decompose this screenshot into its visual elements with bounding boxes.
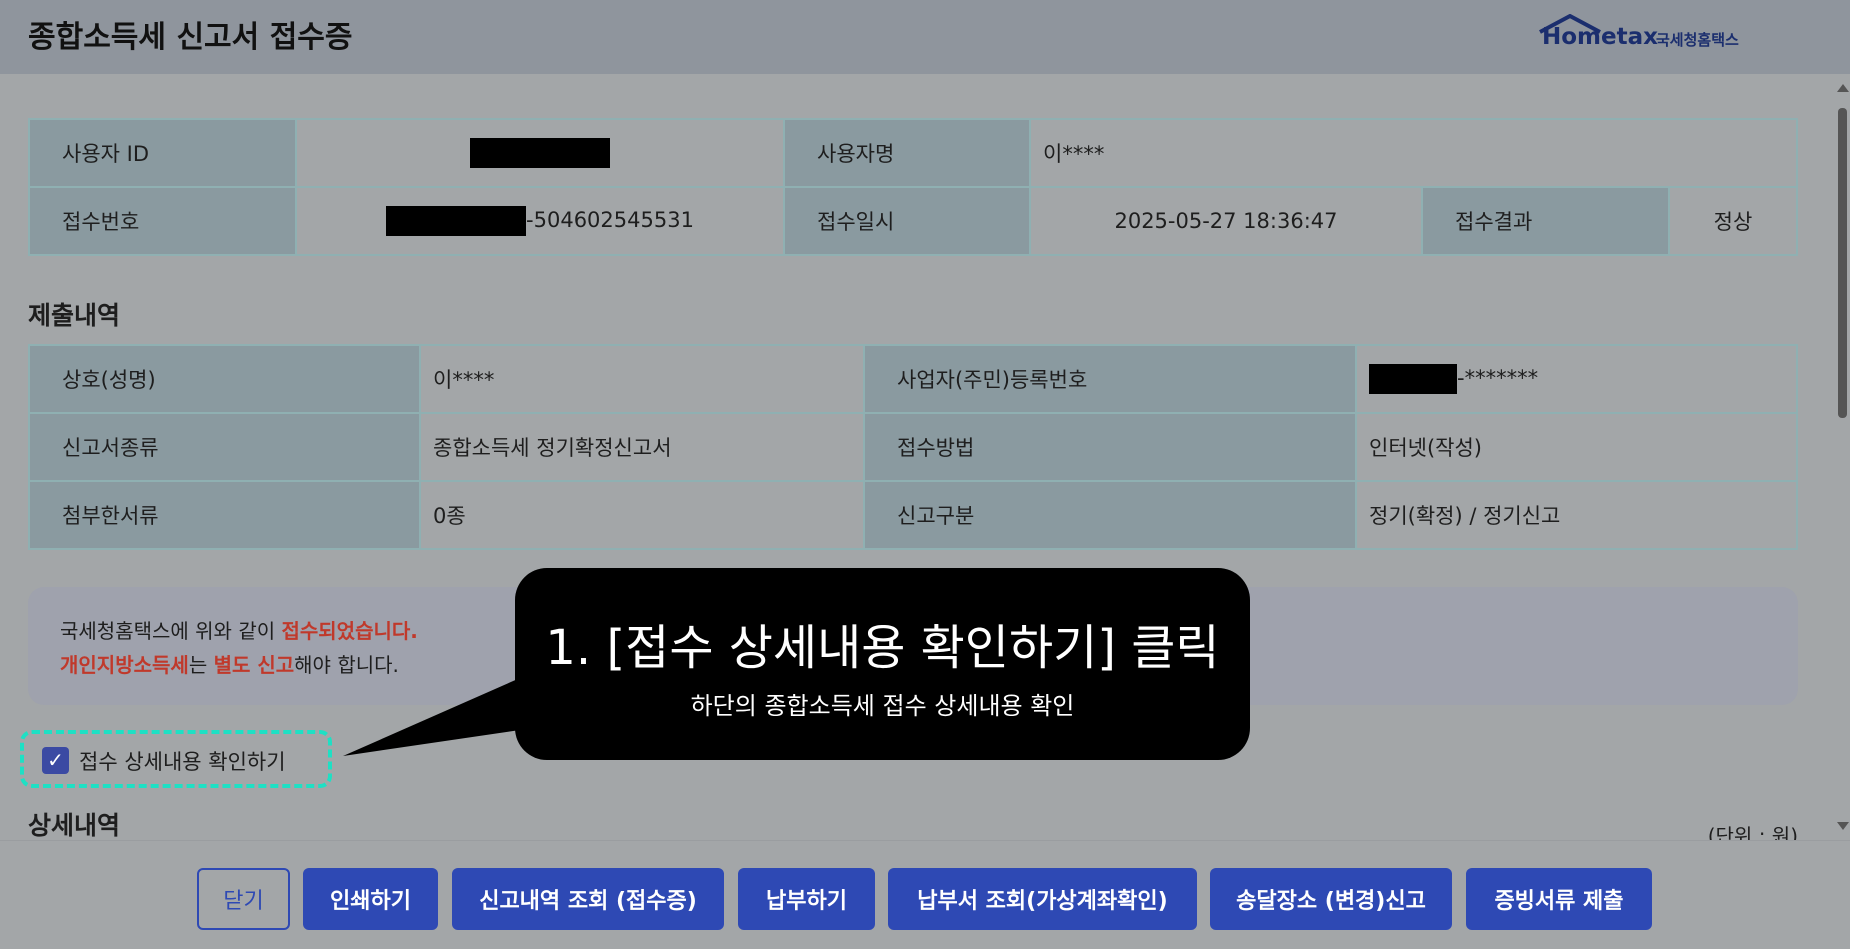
logo-subtext: 국세청홈택스 bbox=[1656, 31, 1739, 49]
method-value: 인터넷(작성) bbox=[1355, 412, 1798, 482]
detail-checkbox[interactable]: ✓ bbox=[42, 747, 69, 774]
print-button[interactable]: 인쇄하기 bbox=[303, 868, 438, 930]
hometax-logo: Hometax 국세청홈택스 bbox=[1536, 14, 1756, 58]
redacted-block bbox=[386, 206, 527, 236]
vertical-scrollbar[interactable] bbox=[1835, 74, 1850, 840]
receipt-no-suffix: -504602545531 bbox=[526, 208, 694, 232]
regno-value: -******* bbox=[1355, 344, 1798, 414]
pay-button[interactable]: 납부하기 bbox=[738, 868, 875, 930]
notice-line-1: 국세청홈택스에 위와 같이 접수되었습니다. bbox=[60, 619, 418, 643]
regno-label: 사업자(주민)등록번호 bbox=[863, 344, 1357, 414]
table-row: 사용자 ID 사용자명 이**** bbox=[28, 118, 1798, 188]
category-label: 신고구분 bbox=[863, 480, 1357, 550]
redacted-block bbox=[1369, 364, 1457, 394]
redacted-block bbox=[470, 138, 610, 168]
tutorial-callout: 1. [접수 상세내용 확인하기] 클릭 하단의 종합소득세 접수 상세내용 확… bbox=[515, 568, 1250, 760]
logo-text: Hometax bbox=[1542, 24, 1658, 50]
callout-subtitle: 하단의 종합소득세 접수 상세내용 확인 bbox=[690, 692, 1075, 720]
page-header: 종합소득세 신고서 접수증 Hometax 국세청홈택스 bbox=[0, 0, 1850, 74]
user-name-value: 이**** bbox=[1029, 118, 1798, 188]
user-name-label: 사용자명 bbox=[783, 118, 1031, 188]
receipt-time-value: 2025-05-27 18:36:47 bbox=[1029, 186, 1423, 256]
submit-docs-button[interactable]: 증빙서류 제출 bbox=[1466, 868, 1652, 930]
scroll-down-arrow-icon[interactable] bbox=[1837, 822, 1849, 830]
table-row: 신고서종류 종합소득세 정기확정신고서 접수방법 인터넷(작성) bbox=[28, 412, 1798, 482]
method-label: 접수방법 bbox=[863, 412, 1357, 482]
detail-checkbox-label[interactable]: 접수 상세내용 확인하기 bbox=[79, 746, 286, 776]
history-button[interactable]: 신고내역 조회 (접수증) bbox=[452, 868, 724, 930]
address-change-button[interactable]: 송달장소 (변경)신고 bbox=[1210, 868, 1452, 930]
table-row: 첨부한서류 0종 신고구분 정기(확정) / 정기신고 bbox=[28, 480, 1798, 550]
regno-suffix: -******* bbox=[1457, 366, 1539, 390]
page-title: 종합소득세 신고서 접수증 bbox=[28, 20, 353, 55]
submission-section-title: 제출내역 bbox=[28, 301, 121, 330]
table-row: 상호(성명) 이**** 사업자(주민)등록번호 -******* bbox=[28, 344, 1798, 414]
user-id-value bbox=[295, 118, 785, 188]
company-label: 상호(성명) bbox=[28, 344, 421, 414]
form-type-label: 신고서종류 bbox=[28, 412, 421, 482]
category-value: 정기(확정) / 정기신고 bbox=[1355, 480, 1798, 550]
notice-line-2: 개인지방소득세는 별도 신고해야 합니다. bbox=[60, 653, 399, 677]
receipt-result-label: 접수결과 bbox=[1421, 186, 1670, 256]
form-type-value: 종합소득세 정기확정신고서 bbox=[419, 412, 865, 482]
scroll-up-arrow-icon[interactable] bbox=[1837, 84, 1849, 92]
detail-section-title: 상세내역 bbox=[28, 811, 121, 840]
footer-toolbar: 닫기 인쇄하기 신고내역 조회 (접수증) 납부하기 납부서 조회(가상계좌확인… bbox=[0, 840, 1850, 949]
user-id-label: 사용자 ID bbox=[28, 118, 297, 188]
receipt-no-value: -504602545531 bbox=[295, 186, 785, 256]
receipt-no-label: 접수번호 bbox=[28, 186, 297, 256]
receipt-result-value: 정상 bbox=[1668, 186, 1798, 256]
callout-title: 1. [접수 상세내용 확인하기] 클릭 bbox=[545, 620, 1220, 676]
unit-label: (단위 : 원) bbox=[1707, 824, 1798, 840]
close-button[interactable]: 닫기 bbox=[197, 868, 290, 930]
detail-checkbox-highlight: ✓ 접수 상세내용 확인하기 bbox=[20, 730, 332, 788]
scroll-thumb[interactable] bbox=[1838, 108, 1847, 418]
table-row: 접수번호 -504602545531 접수일시 2025-05-27 18:36… bbox=[28, 186, 1798, 256]
attach-label: 첨부한서류 bbox=[28, 480, 421, 550]
receipt-info-table: 사용자 ID 사용자명 이**** 접수번호 -504602545531 접수일… bbox=[28, 118, 1798, 256]
company-value: 이**** bbox=[419, 344, 865, 414]
bill-lookup-button[interactable]: 납부서 조회(가상계좌확인) bbox=[888, 868, 1197, 930]
receipt-time-label: 접수일시 bbox=[783, 186, 1031, 256]
submission-table: 상호(성명) 이**** 사업자(주민)등록번호 -******* 신고서종류 … bbox=[28, 344, 1798, 550]
attach-value: 0종 bbox=[419, 480, 865, 550]
